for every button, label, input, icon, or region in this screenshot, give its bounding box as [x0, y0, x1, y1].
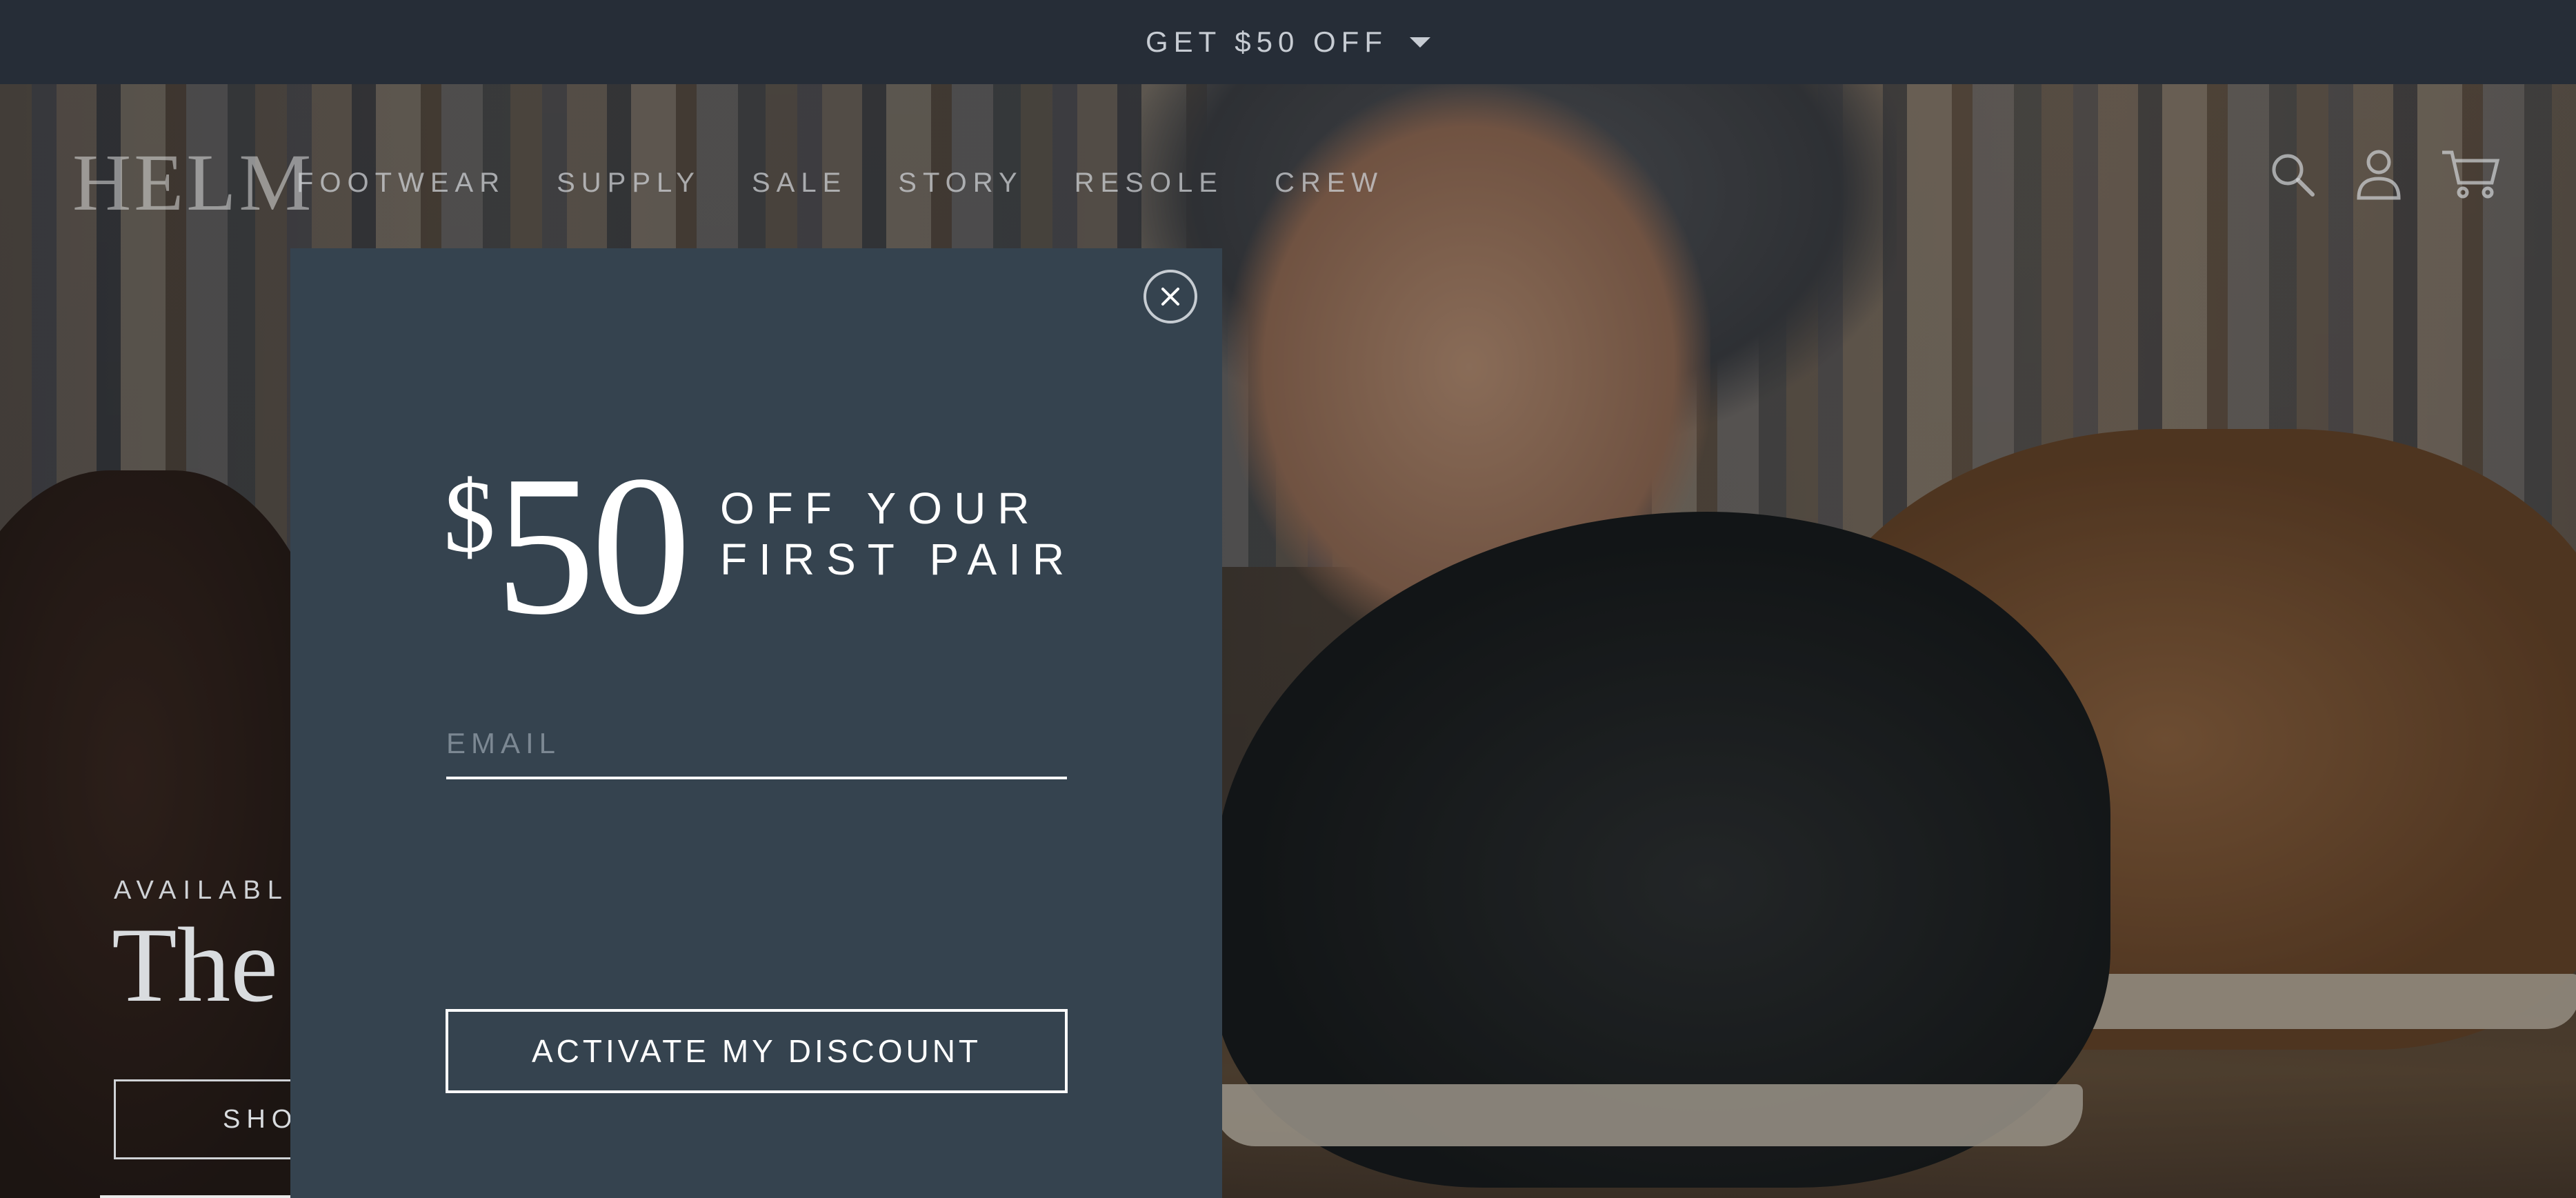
- offer-text: OFF YOUR FIRST PAIR: [720, 483, 1076, 585]
- main-nav: FOOTWEAR SUPPLY SALE STORY RESOLE CREW: [297, 168, 1384, 199]
- cart-icon[interactable]: [2441, 148, 2500, 201]
- search-icon[interactable]: [2268, 150, 2317, 199]
- offer-line-1: OFF YOUR: [720, 483, 1041, 533]
- close-icon[interactable]: [1159, 285, 1182, 308]
- offer-line-2: FIRST PAIR: [720, 535, 1077, 584]
- close-button[interactable]: [1144, 270, 1197, 323]
- nav-item-sale[interactable]: SALE: [752, 168, 847, 199]
- offer-headline: $ 50 OFF YOUR FIRST PAIR: [443, 435, 1076, 656]
- caret-down-icon[interactable]: [1409, 37, 1430, 48]
- header-icons: [2268, 148, 2500, 201]
- hero-eyebrow: AVAILABL: [114, 876, 289, 905]
- discount-modal: $ 50 OFF YOUR FIRST PAIR ACTIVATE MY DIS…: [290, 248, 1222, 1198]
- nav-item-resole[interactable]: RESOLE: [1075, 168, 1224, 199]
- nav-item-footwear[interactable]: FOOTWEAR: [297, 168, 506, 199]
- site-logo[interactable]: HELM: [72, 131, 311, 234]
- promo-text[interactable]: GET $50 OFF: [1146, 26, 1388, 59]
- nav-item-crew[interactable]: CREW: [1275, 168, 1384, 199]
- promo-bar[interactable]: GET $50 OFF: [0, 0, 2576, 84]
- account-icon[interactable]: [2355, 148, 2403, 201]
- offer-amount: 50: [495, 435, 691, 656]
- activate-discount-button[interactable]: ACTIVATE MY DISCOUNT: [446, 1009, 1068, 1093]
- nav-item-supply[interactable]: SUPPLY: [557, 168, 701, 199]
- nav-item-story[interactable]: STORY: [898, 168, 1023, 199]
- offer-dollar-sign: $: [443, 459, 495, 574]
- email-field[interactable]: [446, 710, 1067, 779]
- hero-title: The: [112, 906, 278, 1024]
